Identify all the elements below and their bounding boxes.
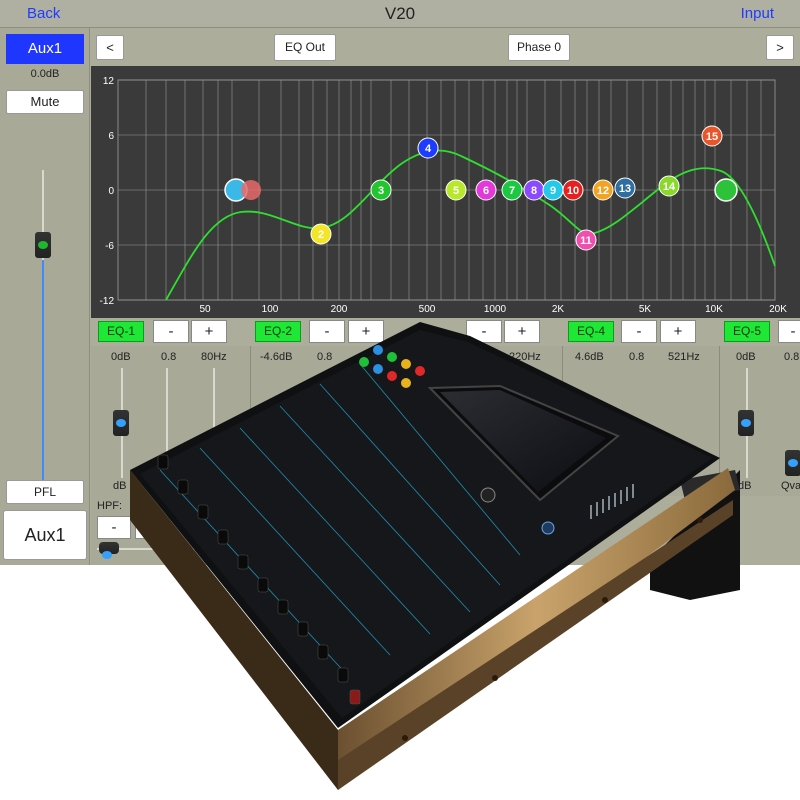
mixer-body: [130, 322, 720, 728]
mixer-console-photo: [130, 322, 740, 790]
app-root: { "topbar": {"back_label": "Back", "titl…: [0, 0, 800, 800]
